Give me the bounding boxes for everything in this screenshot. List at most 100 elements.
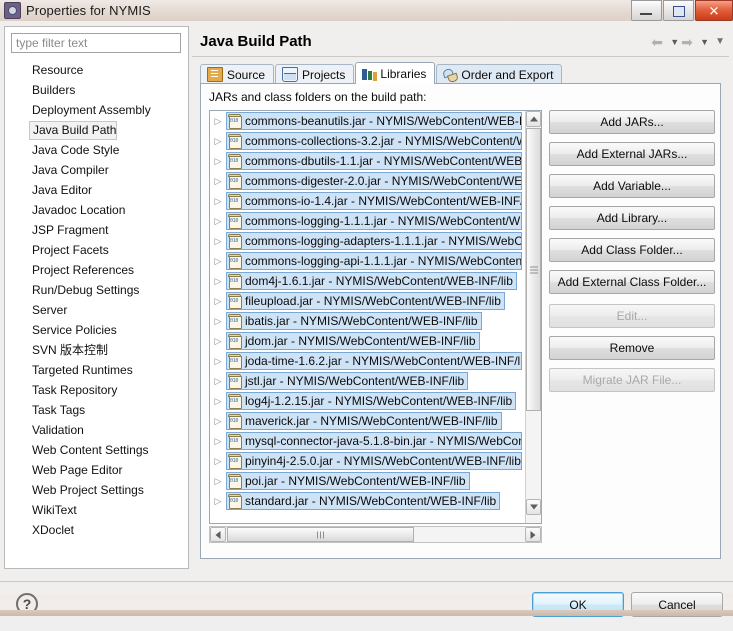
view-menu-chevron-down-icon[interactable]: ▼ xyxy=(715,34,725,50)
sidebar-item[interactable]: Deployment Assembly xyxy=(6,100,188,120)
add-library-button[interactable]: Add Library... xyxy=(549,206,715,230)
scroll-up-button[interactable] xyxy=(526,111,541,127)
jar-list-item[interactable]: ▷ 010 jdom.jar - NYMIS/WebContent/WEB-INF/… xyxy=(210,331,526,351)
sidebar-item[interactable]: Java Code Style xyxy=(6,140,188,160)
expand-triangle-icon[interactable]: ▷ xyxy=(210,191,226,211)
scroll-left-button[interactable] xyxy=(210,527,226,542)
sidebar-item[interactable]: Web Project Settings xyxy=(6,480,188,500)
jar-list-item[interactable]: ▷ 010 mysql-connector-java-5.1.8-bin.jar -… xyxy=(210,431,526,451)
forward-button[interactable]: ➡ xyxy=(681,34,698,50)
vertical-scrollbar-thumb[interactable] xyxy=(526,128,541,411)
jar-list-item[interactable]: ▷ 010 poi.jar - NYMIS/WebContent/WEB-INF/l… xyxy=(210,471,526,491)
settings-tree[interactable]: Resource Builders Deployment Assembly Java … xyxy=(6,60,188,560)
expand-triangle-icon[interactable]: ▷ xyxy=(210,311,226,331)
expand-triangle-icon[interactable]: ▷ xyxy=(210,171,226,191)
back-button[interactable]: ⬅ xyxy=(651,34,668,50)
jar-list-horizontal-scrollbar[interactable] xyxy=(209,526,542,543)
expand-triangle-icon[interactable]: ▷ xyxy=(210,331,226,351)
jar-list-item[interactable]: ▷ 010 commons-io-1.4.jar - NYMIS/WebConten… xyxy=(210,191,526,211)
tab-libraries[interactable]: Libraries xyxy=(355,62,436,84)
expand-triangle-icon[interactable]: ▷ xyxy=(210,271,226,291)
minimize-button[interactable] xyxy=(631,0,662,21)
library-action-buttons[interactable]: Add JARs... Add External JARs... Add Varia… xyxy=(549,110,715,400)
scroll-right-button[interactable] xyxy=(525,527,541,542)
jar-list-item[interactable]: ▷ 010 commons-digester-2.0.jar - NYMIS/Web… xyxy=(210,171,526,191)
jar-list-item[interactable]: ▷ 010 joda-time-1.6.2.jar - NYMIS/WebConte… xyxy=(210,351,526,371)
tab-source[interactable]: Source xyxy=(200,64,275,84)
maximize-button[interactable] xyxy=(663,0,694,21)
sidebar-item[interactable]: JSP Fragment xyxy=(6,220,188,240)
filter-input[interactable]: type filter text xyxy=(11,33,181,53)
sidebar-item[interactable]: Javadoc Location xyxy=(6,200,188,220)
expand-triangle-icon[interactable]: ▷ xyxy=(210,351,226,371)
sidebar-item[interactable]: Builders xyxy=(6,80,188,100)
expand-triangle-icon[interactable]: ▷ xyxy=(210,371,226,391)
jar-list[interactable]: ▷ 010 commons-beanutils.jar - NYMIS/WebCon… xyxy=(209,110,542,524)
sidebar-item[interactable]: Task Repository xyxy=(6,380,188,400)
jar-list-item[interactable]: ▷ 010 commons-beanutils.jar - NYMIS/WebCon… xyxy=(210,111,526,131)
sidebar-item[interactable]: Task Tags xyxy=(6,400,188,420)
close-button[interactable]: ✕ xyxy=(695,0,733,21)
back-chevron-down-icon[interactable]: ▼ xyxy=(670,34,679,50)
remove-button[interactable]: Remove xyxy=(549,336,715,360)
horizontal-scrollbar-thumb[interactable] xyxy=(227,527,414,542)
expand-triangle-icon[interactable]: ▷ xyxy=(210,211,226,231)
forward-chevron-down-icon[interactable]: ▼ xyxy=(700,34,709,50)
scroll-down-button[interactable] xyxy=(526,499,541,515)
expand-triangle-icon[interactable]: ▷ xyxy=(210,231,226,251)
sidebar-item[interactable]: WikiText xyxy=(6,500,188,520)
sidebar-item[interactable]: Server xyxy=(6,300,188,320)
sidebar-item[interactable]: Run/Debug Settings xyxy=(6,280,188,300)
sidebar-item[interactable]: Project Facets xyxy=(6,240,188,260)
build-path-tabs[interactable]: Source Projects Libraries Order and Export xyxy=(200,62,563,84)
jar-list-item[interactable]: ▷ 010 commons-dbutils-1.1.jar - NYMIS/WebC… xyxy=(210,151,526,171)
jar-list-item[interactable]: ▷ 010 commons-collections-3.2.jar - NYMIS/… xyxy=(210,131,526,151)
expand-triangle-icon[interactable]: ▷ xyxy=(210,471,226,491)
sidebar-item[interactable]: Java Editor xyxy=(6,180,188,200)
jar-list-item[interactable]: ▷ 010 commons-logging-adapters-1.1.1.jar -… xyxy=(210,231,526,251)
sidebar-item[interactable]: XDoclet xyxy=(6,520,188,540)
jar-list-item[interactable]: ▷ 010 fileupload.jar - NYMIS/WebContent/WE… xyxy=(210,291,526,311)
jar-list-vertical-scrollbar[interactable] xyxy=(525,111,541,523)
sidebar-item[interactable]: Web Content Settings xyxy=(6,440,188,460)
tab-projects[interactable]: Projects xyxy=(275,64,355,84)
jar-list-item[interactable]: ▷ 010 commons-logging-1.1.1.jar - NYMIS/We… xyxy=(210,211,526,231)
sidebar-item[interactable]: SVN 版本控制 xyxy=(6,340,188,360)
jar-list-item[interactable]: ▷ 010 jstl.jar - NYMIS/WebContent/WEB-INF/… xyxy=(210,371,526,391)
add-external-jars-button[interactable]: Add External JARs... xyxy=(549,142,715,166)
expand-triangle-icon[interactable]: ▷ xyxy=(210,431,226,451)
add-variable-button[interactable]: Add Variable... xyxy=(549,174,715,198)
tab-order-and-export[interactable]: Order and Export xyxy=(436,64,563,84)
expand-triangle-icon[interactable]: ▷ xyxy=(210,251,226,271)
expand-triangle-icon[interactable]: ▷ xyxy=(210,131,226,151)
jar-list-item[interactable]: ▷ 010 pinyin4j-2.5.0.jar - NYMIS/WebConten… xyxy=(210,451,526,471)
jar-list-items[interactable]: ▷ 010 commons-beanutils.jar - NYMIS/WebCon… xyxy=(210,111,526,523)
expand-triangle-icon[interactable]: ▷ xyxy=(210,151,226,171)
sidebar-item[interactable]: Service Policies xyxy=(6,320,188,340)
sidebar-item[interactable]: Java Compiler xyxy=(6,160,188,180)
sidebar-item[interactable]: Web Page Editor xyxy=(6,460,188,480)
sidebar-item[interactable]: Validation xyxy=(6,420,188,440)
jar-file-icon: 010 xyxy=(228,114,242,129)
expand-triangle-icon[interactable]: ▷ xyxy=(210,491,226,511)
sidebar-item[interactable]: Resource xyxy=(6,60,188,80)
sidebar-item[interactable]: Targeted Runtimes xyxy=(6,360,188,380)
jar-list-item[interactable]: ▷ 010 ibatis.jar - NYMIS/WebContent/WEB-IN… xyxy=(210,311,526,331)
add-class-folder-button[interactable]: Add Class Folder... xyxy=(549,238,715,262)
sidebar-item[interactable]: Project References xyxy=(6,260,188,280)
jar-list-item[interactable]: ▷ 010 log4j-1.2.15.jar - NYMIS/WebContent/… xyxy=(210,391,526,411)
add-external-class-folder-button[interactable]: Add External Class Folder... xyxy=(549,270,715,294)
expand-triangle-icon[interactable]: ▷ xyxy=(210,291,226,311)
jar-list-item[interactable]: ▷ 010 maverick.jar - NYMIS/WebContent/WEB-… xyxy=(210,411,526,431)
expand-triangle-icon[interactable]: ▷ xyxy=(210,111,226,131)
expand-triangle-icon[interactable]: ▷ xyxy=(210,411,226,431)
jar-list-item[interactable]: ▷ 010 standard.jar - NYMIS/WebContent/WEB-… xyxy=(210,491,526,511)
expand-triangle-icon[interactable]: ▷ xyxy=(210,451,226,471)
sidebar-item[interactable]: Java Build Path xyxy=(6,120,188,140)
jar-list-item[interactable]: ▷ 010 dom4j-1.6.1.jar - NYMIS/WebContent/W… xyxy=(210,271,526,291)
expand-triangle-icon[interactable]: ▷ xyxy=(210,391,226,411)
add-jars-button[interactable]: Add JARs... xyxy=(549,110,715,134)
jar-list-item[interactable]: ▷ 010 commons-logging-api-1.1.1.jar - NYMI… xyxy=(210,251,526,271)
jar-entry-label: commons-digester-2.0.jar - NYMIS/WebCont… xyxy=(245,174,522,188)
jar-entry-selection: 010 jdom.jar - NYMIS/WebContent/WEB-INF/l… xyxy=(226,332,480,350)
